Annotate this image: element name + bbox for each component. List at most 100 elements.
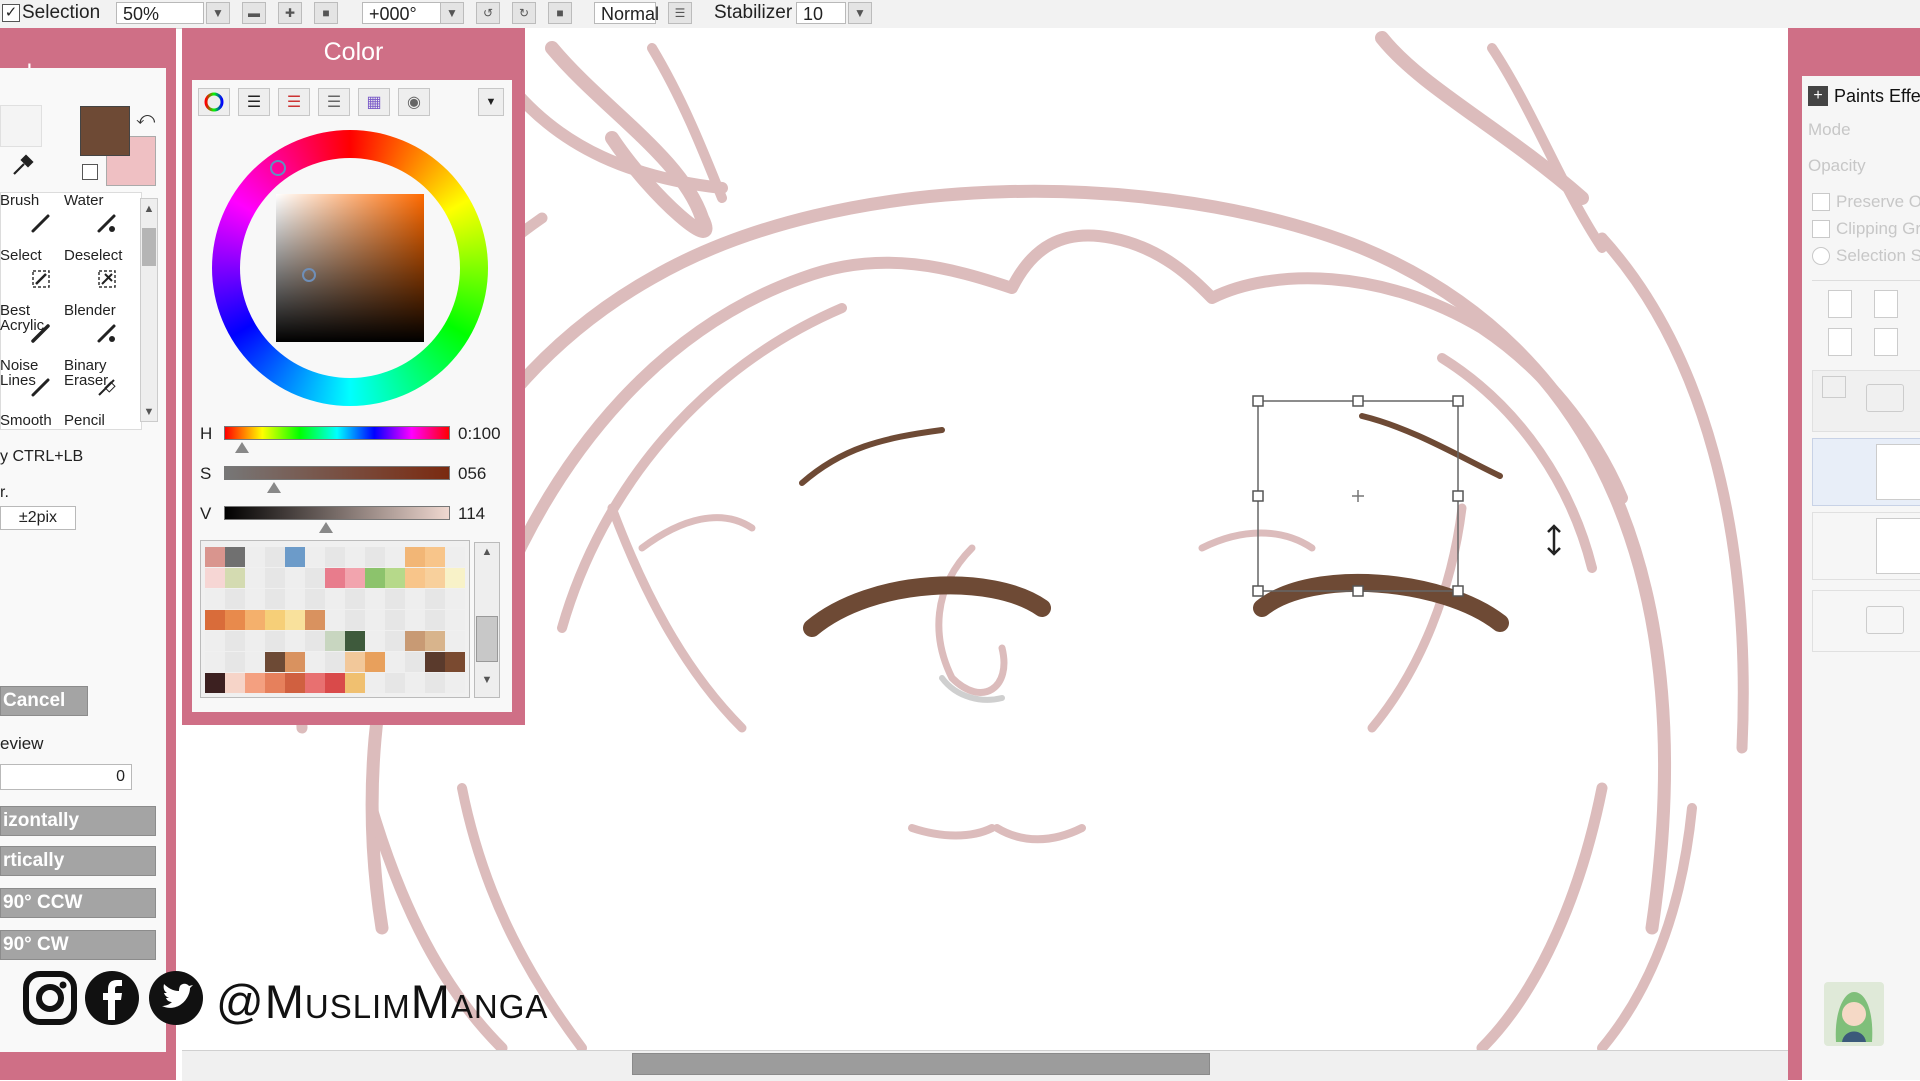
color-swatch[interactable] [425,610,445,630]
color-swatch[interactable] [365,589,385,609]
select-icon[interactable] [30,268,52,290]
color-swatch[interactable] [205,568,225,588]
color-swatch[interactable] [405,547,425,567]
rotate-reset-button[interactable]: ■ [548,2,572,24]
color-swatch[interactable] [325,610,345,630]
noise-lines-icon[interactable] [30,376,52,398]
color-swatch[interactable] [385,673,405,693]
tool-brush-label[interactable]: Brush [0,193,39,208]
swatch-scroll-thumb[interactable] [476,616,498,662]
binary-eraser-icon[interactable] [96,376,118,398]
saturation-value-square[interactable] [276,194,424,342]
transparent-color-swatch[interactable] [0,105,42,147]
color-swatch[interactable] [245,673,265,693]
rotation-field[interactable]: +000° [362,2,446,24]
color-swatch[interactable] [245,589,265,609]
color-swatch[interactable] [265,547,285,567]
zoom-dropdown-button[interactable]: ▼ [206,2,230,24]
color-swatch[interactable] [425,652,445,672]
color-swatch[interactable] [405,652,425,672]
color-swatch[interactable] [265,673,285,693]
swatch-scroll-up-icon[interactable]: ▲ [476,546,498,566]
color-swatch[interactable] [305,589,325,609]
color-swatch[interactable] [345,631,365,651]
color-swatch[interactable] [245,547,265,567]
rotation-dropdown-button[interactable]: ▼ [440,2,464,24]
new-layer-icon[interactable] [1828,290,1852,318]
flip-horizontal-button[interactable]: izontally [0,806,156,836]
tool-select-label[interactable]: Select [0,248,42,263]
tool-smooth-label[interactable]: Smooth [0,413,52,428]
color-swatch[interactable] [405,610,425,630]
color-swatch[interactable] [445,568,465,588]
h-slider[interactable] [224,426,450,440]
blend-mode-options-button[interactable]: ☰ [668,2,692,24]
swatch-scroll-down-icon[interactable]: ▼ [476,674,498,694]
canvas-scrollbar-thumb[interactable] [632,1053,1210,1075]
color-swatch[interactable] [425,568,445,588]
color-swatch[interactable] [285,589,305,609]
reset-colors-icon[interactable] [82,164,98,180]
color-swatch[interactable] [345,652,365,672]
tool-blender-label[interactable]: Blender [64,303,116,318]
water-brush-icon[interactable] [96,212,118,234]
color-swatch[interactable] [245,631,265,651]
color-swatch[interactable] [325,589,345,609]
color-swatch[interactable] [245,652,265,672]
color-swatch[interactable] [385,589,405,609]
color-swatch[interactable] [285,568,305,588]
tool-scroll-down-icon[interactable]: ▼ [140,403,158,421]
new-linework-layer-icon[interactable] [1874,290,1898,318]
color-swatch[interactable] [345,589,365,609]
color-swatch[interactable] [205,610,225,630]
deselect-icon[interactable] [96,268,118,290]
rotate-cw-button[interactable]: ↻ [512,2,536,24]
clipping-group-checkbox[interactable] [1812,220,1830,238]
copy-layer-icon[interactable] [1828,328,1852,356]
primary-color-swatch[interactable] [80,106,130,156]
h-slider-thumb[interactable] [235,442,250,453]
color-swatch[interactable] [385,547,405,567]
color-swatch[interactable] [425,673,445,693]
zoom-reset-button[interactable]: ■ [314,2,338,24]
color-swatch[interactable] [405,673,425,693]
color-swatch[interactable] [225,652,245,672]
color-swatch[interactable] [405,568,425,588]
color-swatch[interactable] [305,631,325,651]
rotate-ccw-90-button[interactable]: 90° CCW [0,888,156,918]
tool-deselect-label[interactable]: Deselect [64,248,122,263]
color-swatch[interactable] [365,610,385,630]
color-swatch[interactable] [365,673,385,693]
color-swatch[interactable] [305,568,325,588]
paint-effects-expand-icon[interactable]: + [1808,86,1828,106]
color-swatch[interactable] [425,547,445,567]
color-swatch[interactable] [385,652,405,672]
tool-pencil-label[interactable]: Pencil [64,413,105,428]
color-swatch[interactable] [225,673,245,693]
rotate-cw-90-button[interactable]: 90° CW [0,930,156,960]
color-swatch[interactable] [305,673,325,693]
eye-icon[interactable] [1822,376,1846,398]
hsv-slider-mode-button[interactable]: ☰ [278,88,310,116]
color-swatch[interactable] [265,589,285,609]
color-swatch[interactable] [405,631,425,651]
color-swatch[interactable] [245,610,265,630]
zoom-out-button[interactable]: ▬ [242,2,266,24]
color-swatch[interactable] [285,652,305,672]
color-swatch[interactable] [425,589,445,609]
color-panel-menu-button[interactable]: ▼ [478,88,504,116]
color-swatch[interactable] [325,652,345,672]
eyedropper-icon[interactable] [10,152,36,178]
color-swatch[interactable] [445,652,465,672]
preview-value-field[interactable]: 0 [0,764,132,790]
stabilizer-dropdown-button[interactable]: ▼ [848,2,872,24]
color-swatch[interactable] [385,631,405,651]
color-swatch[interactable] [445,631,465,651]
cancel-button[interactable]: Cancel [0,686,88,716]
color-swatch[interactable] [445,589,465,609]
merge-layer-icon[interactable] [1874,328,1898,356]
rgb-slider-mode-button[interactable]: ☰ [238,88,270,116]
color-swatch[interactable] [385,568,405,588]
color-swatch[interactable] [225,547,245,567]
stabilizer-field[interactable]: 10 [796,2,846,24]
